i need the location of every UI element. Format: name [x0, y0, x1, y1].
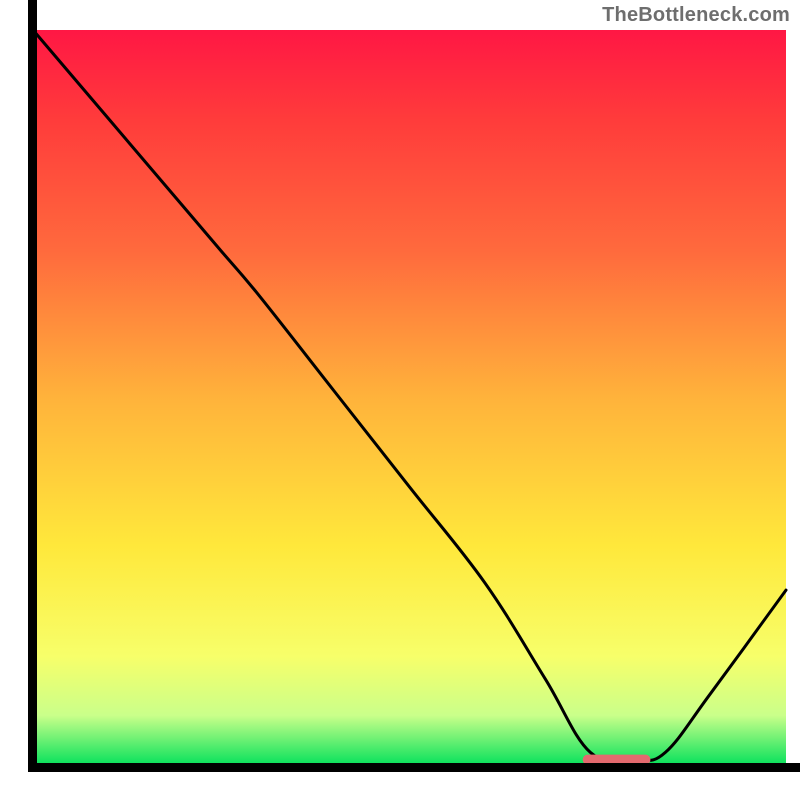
chart-svg: [0, 0, 800, 800]
bottleneck-chart: TheBottleneck.com: [0, 0, 800, 800]
attribution-text: TheBottleneck.com: [602, 4, 790, 27]
plot-background: [33, 30, 786, 767]
